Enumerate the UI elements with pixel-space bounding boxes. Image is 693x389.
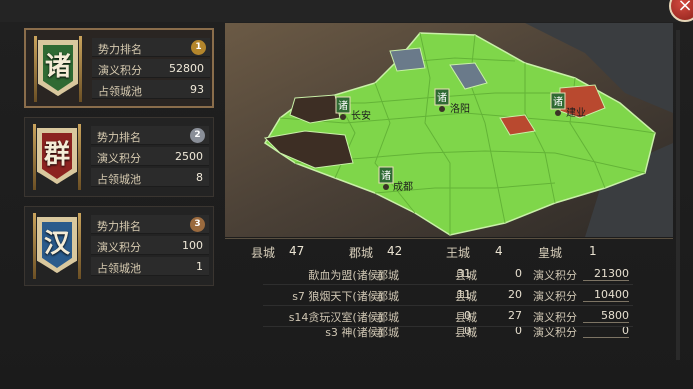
faction-emblem-han: 汉	[31, 213, 83, 279]
county-count: 47	[289, 244, 305, 258]
cities-value: 93	[190, 83, 204, 96]
alliance-table: 歃血为盟(诸侯) 郡城 31 县城 0 演义积分 21300 s7 狼烟天下(诸…	[225, 264, 673, 341]
city-summary: 县城 47 郡城 42 王城 4 皇城 1	[225, 242, 673, 262]
commandery-label: 郡城	[349, 246, 374, 260]
faction-emblem-zhu: 诸	[32, 36, 84, 102]
alliance-name: s3 神(诸侯)	[325, 327, 383, 339]
rank-row: 势力排名 1	[92, 38, 210, 57]
table-row[interactable]: s7 狼烟天下(诸侯) 郡城 11 县城 20 演义积分 10400	[225, 285, 673, 306]
alliance-name: s14贪玩汉室(诸侯)	[288, 311, 383, 324]
alliance-name: s7 狼烟天下(诸侯)	[292, 290, 383, 303]
table-row[interactable]: 歃血为盟(诸侯) 郡城 31 县城 0 演义积分 21300	[225, 264, 673, 285]
imperial-label: 皇城	[538, 246, 563, 260]
rank-row: 势力排名 2	[91, 126, 209, 145]
close-icon: ×	[677, 0, 693, 16]
score-row: 演义积分 52800	[92, 59, 210, 78]
map-svg: 诸 长安 诸 洛阳 诸 建业 诸 成都	[225, 23, 673, 237]
faction-list: 诸 势力排名 1 演义积分 52800 占领城池 93 群 势力排名 2 演义积…	[18, 22, 224, 389]
svg-text:诸: 诸	[553, 96, 563, 108]
cities-row: 占领城池 8	[91, 168, 209, 187]
score-value: 100	[182, 239, 203, 252]
royal-count: 4	[495, 244, 503, 258]
score-value: 52800	[169, 62, 204, 75]
faction-card-zhu[interactable]: 诸 势力排名 1 演义积分 52800 占领城池 93	[24, 28, 214, 108]
cities-row: 占领城池 1	[91, 257, 209, 276]
faction-card-han[interactable]: 汉 势力排名 3 演义积分 100 占领城池 1	[24, 206, 214, 286]
svg-text:诸: 诸	[437, 92, 447, 104]
svg-text:诸: 诸	[381, 170, 391, 182]
city-label-chengdu: 成都	[393, 181, 413, 193]
city-label-jianye: 建业	[566, 106, 586, 119]
county-label: 县城	[251, 246, 276, 260]
table-row[interactable]: s3 神(诸侯) 郡城 0 县城 0 演义积分 0	[225, 327, 673, 341]
scrollbar[interactable]	[676, 30, 680, 360]
rank-badge-icon: 1	[191, 40, 206, 55]
table-row[interactable]: s14贪玩汉室(诸侯) 郡城 0 县城 27 演义积分 5800	[225, 306, 673, 327]
score-row: 演义积分 100	[91, 236, 209, 255]
faction-card-qun[interactable]: 群 势力排名 2 演义积分 2500 占领城池 8	[24, 117, 214, 197]
cities-value: 1	[196, 260, 203, 273]
top-bar	[0, 0, 693, 22]
score-row: 演义积分 2500	[91, 147, 209, 166]
faction-emblem-qun: 群	[31, 124, 83, 190]
rank-row: 势力排名 3	[91, 215, 209, 234]
imperial-count: 1	[589, 244, 597, 258]
territory-map[interactable]: 诸 长安 诸 洛阳 诸 建业 诸 成都	[225, 23, 673, 237]
svg-text:诸: 诸	[338, 100, 348, 112]
rank-badge-icon: 2	[190, 128, 205, 143]
city-label-luoyang: 洛阳	[450, 102, 470, 115]
divider	[225, 238, 673, 239]
commandery-count: 42	[387, 244, 403, 258]
royal-label: 王城	[446, 246, 471, 260]
cities-value: 8	[196, 171, 203, 184]
score-value: 2500	[175, 150, 203, 163]
rank-badge-icon: 3	[190, 217, 205, 232]
city-label-changan: 长安	[351, 109, 371, 122]
alliance-name: 歃血为盟(诸侯)	[308, 269, 383, 282]
cities-row: 占领城池 93	[92, 80, 210, 99]
